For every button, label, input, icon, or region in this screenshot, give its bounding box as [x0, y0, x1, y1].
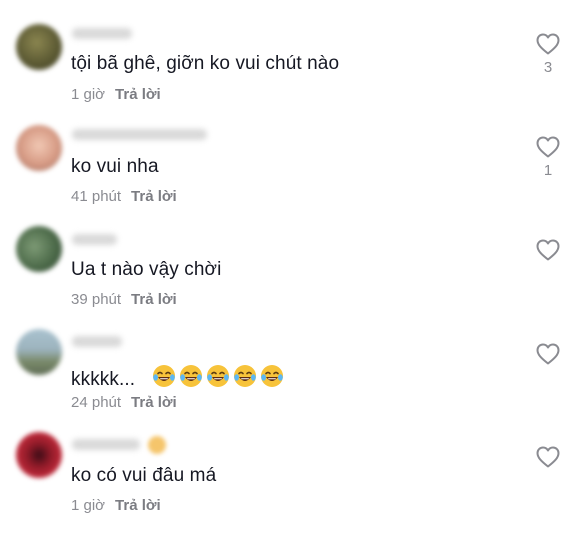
comment-meta: 1 giờ Trả lời	[71, 497, 161, 514]
comment-time: 1 giờ	[71, 497, 106, 514]
like-button[interactable]: 1	[534, 136, 562, 179]
reply-button[interactable]: Trả lời	[131, 394, 177, 411]
heart-outline-icon	[534, 33, 562, 55]
face-with-tears-of-joy-icon	[233, 364, 257, 394]
emoji-row	[149, 365, 284, 390]
comment-time: 39 phút	[71, 291, 122, 308]
reply-button[interactable]: Trả lời	[131, 188, 177, 205]
username[interactable]	[72, 439, 140, 450]
comment-time: 1 giờ	[71, 86, 106, 103]
like-button[interactable]	[534, 239, 562, 265]
comment-text: ko có vui đâu má	[71, 465, 217, 486]
username[interactable]	[72, 234, 117, 245]
avatar[interactable]	[16, 329, 62, 375]
comment-meta: 24 phút Trả lời	[71, 394, 177, 411]
reply-button[interactable]: Trả lời	[131, 291, 177, 308]
face-with-tears-of-joy-icon	[179, 364, 203, 394]
username-emoji-icon	[148, 436, 166, 454]
comment-time: 41 phút	[71, 188, 122, 205]
comment-text: Ua t nào vậy chời	[71, 259, 222, 280]
username[interactable]	[72, 28, 132, 39]
face-with-tears-of-joy-icon	[152, 364, 176, 394]
username[interactable]	[72, 336, 122, 347]
heart-outline-icon	[534, 343, 562, 365]
reply-button[interactable]: Trả lời	[115, 86, 161, 103]
comment-time: 24 phút	[71, 394, 122, 411]
heart-outline-icon	[534, 136, 562, 158]
avatar[interactable]	[16, 125, 62, 171]
comment-text: tội bã ghê, giỡn ko vui chút nào	[71, 53, 340, 74]
comment-text-content: kkkkk...	[71, 369, 136, 390]
avatar[interactable]	[16, 432, 62, 478]
like-count: 1	[543, 162, 553, 179]
like-count: 3	[543, 59, 553, 76]
like-button[interactable]	[534, 446, 562, 472]
avatar[interactable]	[16, 226, 62, 272]
heart-outline-icon	[534, 446, 562, 468]
comment-item: kkkkk... 24 phút Trả lời	[0, 309, 580, 411]
face-with-tears-of-joy-icon	[260, 364, 284, 394]
face-with-tears-of-joy-icon	[206, 364, 230, 394]
reply-button[interactable]: Trả lời	[115, 497, 161, 514]
comment-text: ko vui nha	[71, 156, 159, 177]
heart-outline-icon	[534, 239, 562, 261]
comment-item: tội bã ghê, giỡn ko vui chút nào 1 giờ Tr…	[0, 0, 580, 103]
avatar[interactable]	[16, 24, 62, 70]
comment-item: ko vui nha 41 phút Trả lời 1	[0, 103, 580, 205]
comment-meta: 41 phút Trả lời	[71, 188, 177, 205]
like-button[interactable]: 3	[534, 33, 562, 76]
comment-meta: 39 phút Trả lời	[71, 291, 177, 308]
comment-meta: 1 giờ Trả lời	[71, 86, 161, 103]
comment-text: kkkkk...	[71, 364, 284, 394]
comment-item: ko có vui đâu má 1 giờ Trả lời	[0, 412, 580, 514]
comment-list: tội bã ghê, giỡn ko vui chút nào 1 giờ Tr…	[0, 0, 580, 537]
username[interactable]	[72, 129, 207, 140]
comment-item: Ua t nào vậy chời 39 phút Trả lời	[0, 206, 580, 308]
like-button[interactable]	[534, 343, 562, 369]
